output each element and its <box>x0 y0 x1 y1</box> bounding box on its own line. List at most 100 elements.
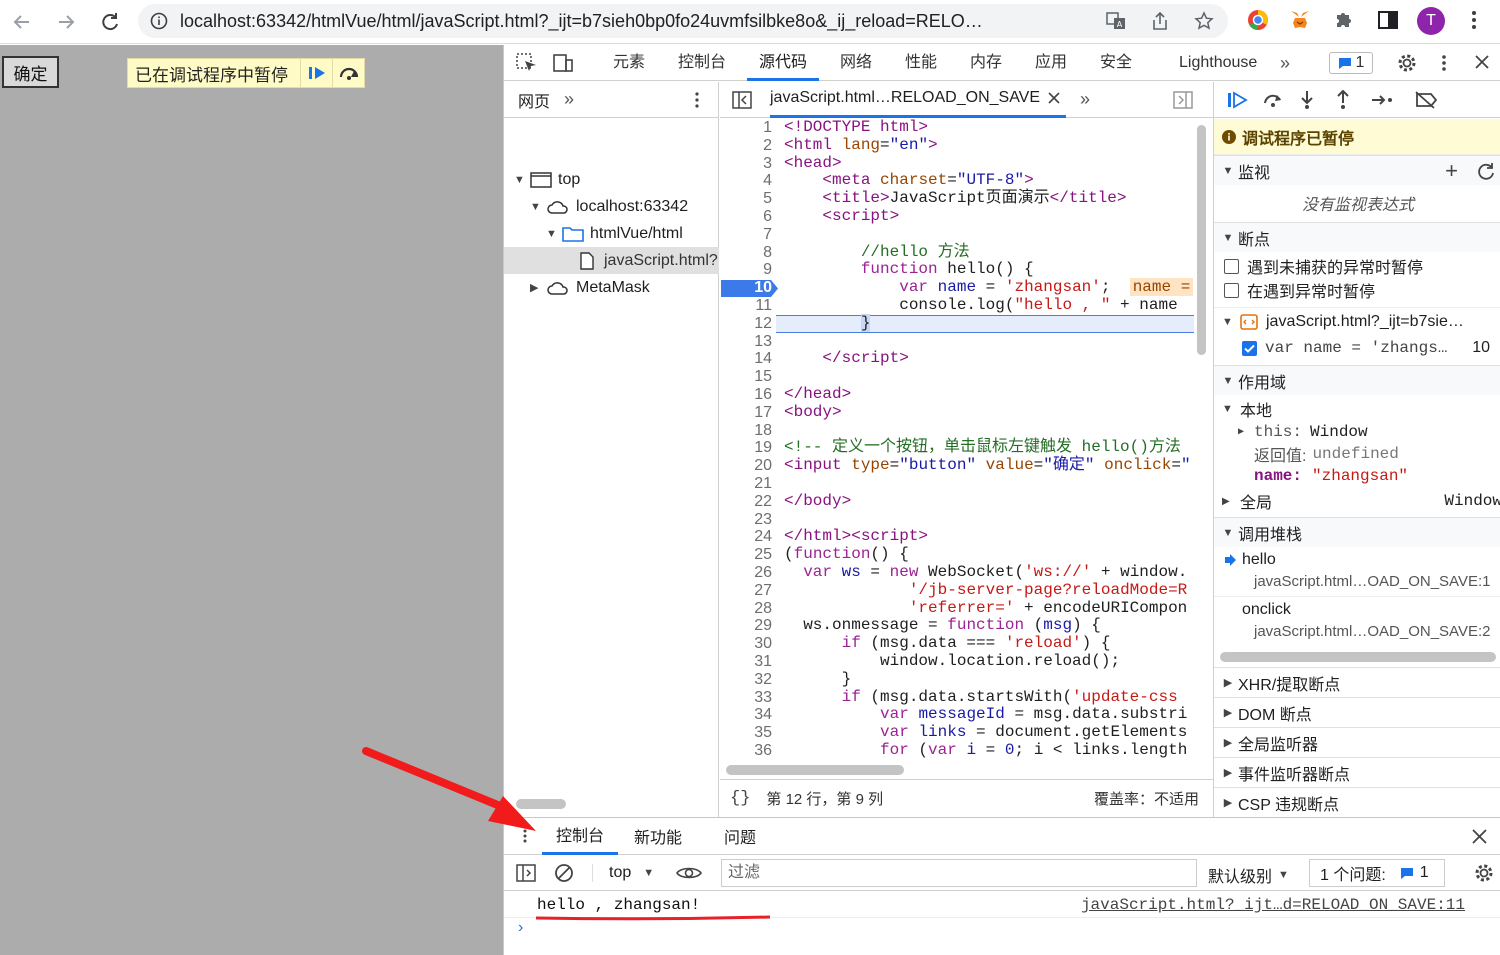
devtools-more-icon[interactable] <box>1440 53 1448 73</box>
resume-icon[interactable] <box>300 59 332 87</box>
line-number[interactable]: 25 <box>720 546 772 564</box>
pause-caught-option[interactable]: 在遇到异常时暂停 <box>1214 278 1500 302</box>
tree-item-file-selected[interactable]: javaScript.html? <box>504 247 719 274</box>
drawer-tab-issues[interactable]: 问题 <box>724 824 756 848</box>
section-call-stack[interactable]: ▼ 调用堆栈 <box>1214 517 1500 547</box>
editor-hscrollbar[interactable] <box>726 765 904 775</box>
more-tabs-chevron-icon[interactable]: » <box>1280 45 1290 81</box>
tab-security[interactable]: 安全 <box>1100 45 1132 81</box>
line-number[interactable]: 33 <box>720 689 772 707</box>
line-number[interactable]: 5 <box>720 190 772 208</box>
close-devtools-icon[interactable] <box>1474 54 1490 72</box>
console-issues-button[interactable]: 1 个问题: 1 <box>1309 859 1445 887</box>
line-number[interactable]: 2 <box>720 137 772 155</box>
tab-application[interactable]: 应用 <box>1035 45 1067 81</box>
breakpoint-entry[interactable]: var name = 'zhangs… 10 <box>1214 335 1500 361</box>
line-number[interactable]: 36 <box>720 742 772 759</box>
code-area[interactable]: 1 2 3 4 5 6 7 8 9 11 12 13 14 15 16 17 18 19 20 21 22 23 24 25 2… <box>720 119 1213 759</box>
section-watch[interactable]: ▼ 监视 + <box>1214 155 1500 185</box>
checkbox-checked[interactable] <box>1242 340 1257 356</box>
tab-console[interactable]: 控制台 <box>678 45 726 81</box>
translate-icon[interactable]: A <box>1106 11 1126 31</box>
line-number[interactable]: 18 <box>720 422 772 440</box>
line-number[interactable]: 19 <box>720 439 772 457</box>
reload-icon[interactable] <box>92 4 128 40</box>
line-number[interactable]: 30 <box>720 635 772 653</box>
chrome-extension-icon[interactable] <box>1246 8 1270 32</box>
callstack-hscrollbar[interactable] <box>1220 652 1496 662</box>
log-level-selector[interactable]: 默认级别 ▼ <box>1208 863 1289 887</box>
line-number[interactable]: 16 <box>720 386 772 404</box>
breakpoint-file-group[interactable]: ▼ javaScript.html?_ijt=b7sie… <box>1214 307 1500 335</box>
close-drawer-icon[interactable] <box>1472 829 1487 844</box>
drawer-menu-icon[interactable] <box>522 828 528 844</box>
tab-performance[interactable]: 性能 <box>905 45 937 81</box>
toggle-debugger-icon[interactable] <box>1173 91 1193 109</box>
editor-more-tabs-chevron-icon[interactable]: » <box>1080 89 1090 110</box>
line-number[interactable]: 32 <box>720 671 772 689</box>
line-number[interactable]: 21 <box>720 475 772 493</box>
navigator-more-chevron-icon[interactable]: » <box>564 89 574 110</box>
metamask-fox-icon[interactable] <box>1288 8 1312 32</box>
console-prompt-chevron-icon[interactable]: › <box>518 919 523 937</box>
scope-var-return[interactable]: 返回值: undefined <box>1214 443 1500 465</box>
checkbox[interactable] <box>1224 282 1239 298</box>
navigator-tab-page[interactable]: 网页 <box>518 88 550 112</box>
line-number[interactable]: 26 <box>720 564 772 582</box>
tree-item-top[interactable]: ▼ top <box>514 166 580 193</box>
line-number[interactable]: 28 <box>720 600 772 618</box>
scope-global[interactable]: ▶ 全局 Window <box>1214 489 1500 513</box>
line-number[interactable]: 7 <box>720 226 772 244</box>
line-number[interactable]: 29 <box>720 617 772 635</box>
step-into-icon[interactable] <box>1298 90 1316 110</box>
live-expression-eye-icon[interactable] <box>676 865 703 881</box>
pause-uncaught-option[interactable]: 遇到未捕获的异常时暂停 <box>1214 254 1500 278</box>
drawer-tab-whats-new[interactable]: 新功能 <box>634 824 682 848</box>
tree-item-metamask[interactable]: ▶ MetaMask <box>530 274 650 301</box>
resume-icon[interactable] <box>1226 90 1248 109</box>
bookmark-star-icon[interactable] <box>1194 11 1214 31</box>
section-dom-breakpoints[interactable]: ▶ DOM 断点 <box>1214 697 1500 727</box>
scope-var-name[interactable]: name: "zhangsan" <box>1214 465 1500 487</box>
line-number[interactable]: 17 <box>720 404 772 422</box>
extensions-puzzle-icon[interactable] <box>1332 8 1356 32</box>
line-number[interactable]: 27 <box>720 582 772 600</box>
back-icon[interactable] <box>4 4 40 40</box>
device-toolbar-icon[interactable] <box>552 53 574 73</box>
line-number[interactable]: 22 <box>720 493 772 511</box>
editor-file-tab[interactable]: javaScript.html…RELOAD_ON_SAVE <box>770 82 1067 118</box>
issues-counter[interactable]: 1 <box>1329 52 1373 74</box>
step-over-icon[interactable] <box>332 59 364 87</box>
line-number[interactable]: 14 <box>720 350 772 368</box>
line-number[interactable]: 13 <box>720 333 772 351</box>
toggle-navigator-icon[interactable] <box>732 90 752 109</box>
step-icon[interactable] <box>1370 91 1394 109</box>
more-vert-icon[interactable] <box>1466 8 1482 32</box>
console-log-source-link[interactable]: javaScript.html?_ijt…d=RELOAD_ON_SAVE:11 <box>1081 896 1465 914</box>
console-settings-gear-icon[interactable] <box>1473 862 1495 884</box>
filter-input[interactable]: 过滤 <box>721 859 1197 887</box>
inspect-element-icon[interactable] <box>516 53 538 73</box>
line-number[interactable]: 20 <box>720 457 772 475</box>
show-sidebar-icon[interactable] <box>516 863 536 882</box>
tree-item-folder[interactable]: ▼ htmlVue/html <box>546 220 683 247</box>
step-out-icon[interactable] <box>1334 89 1352 110</box>
line-number[interactable]: 9 <box>720 261 772 279</box>
refresh-watch-icon[interactable] <box>1476 161 1496 181</box>
line-number[interactable]: 3 <box>720 155 772 173</box>
line-number[interactable]: 8 <box>720 244 772 262</box>
navigator-menu-icon[interactable] <box>694 91 700 109</box>
navigator-hscrollbar[interactable] <box>516 799 566 809</box>
forward-icon[interactable] <box>48 4 84 40</box>
section-csp-breakpoints[interactable]: ▶ CSP 违规断点 <box>1214 787 1500 817</box>
checkbox[interactable] <box>1224 258 1239 274</box>
line-number[interactable]: 31 <box>720 653 772 671</box>
add-watch-icon[interactable]: + <box>1445 158 1458 184</box>
tab-network[interactable]: 网络 <box>840 45 872 81</box>
call-frame[interactable]: onclick javaScript.html…OAD_ON_SAVE:2 <box>1214 599 1500 647</box>
address-bar[interactable]: localhost:63342/htmlVue/html/javaScript.… <box>138 4 1228 38</box>
section-event-listener-breakpoints[interactable]: ▶ 事件监听器断点 <box>1214 757 1500 787</box>
line-number[interactable]: 35 <box>720 724 772 742</box>
line-number[interactable]: 34 <box>720 706 772 724</box>
editor-vscrollbar[interactable] <box>1197 125 1206 355</box>
